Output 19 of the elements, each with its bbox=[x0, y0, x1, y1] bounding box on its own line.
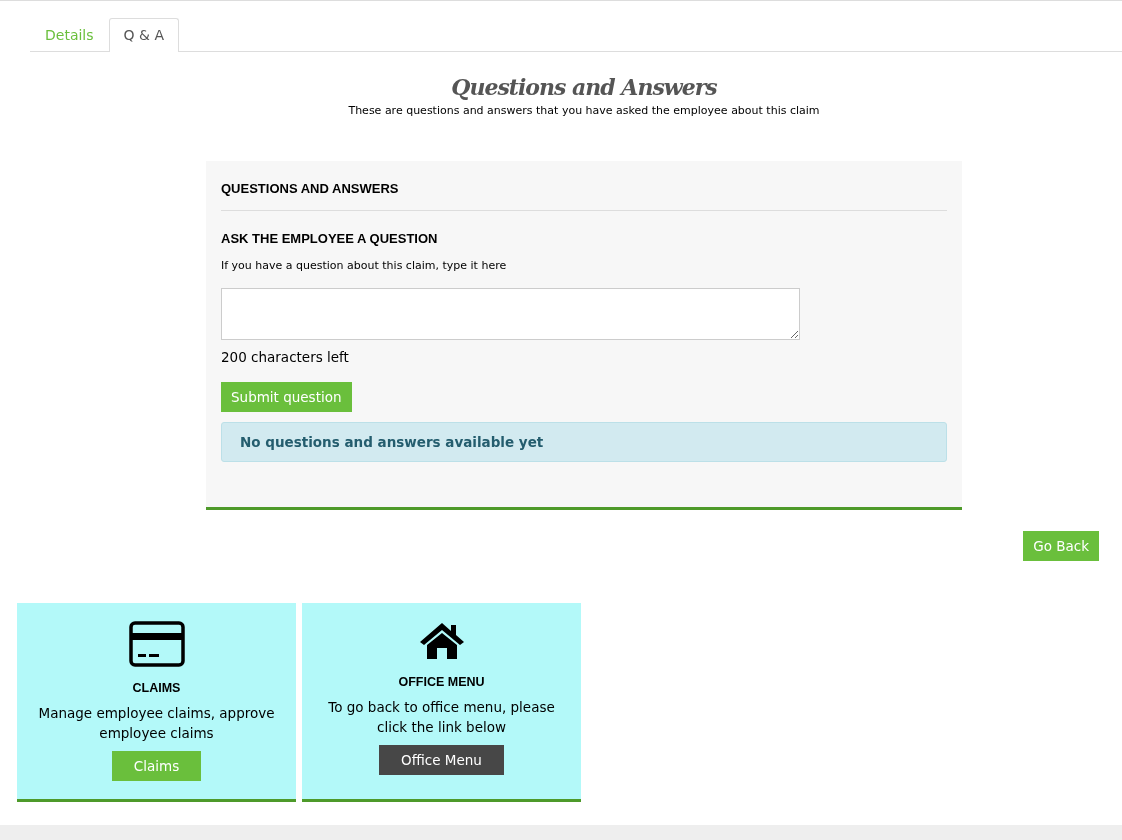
tab[interactable]: Details bbox=[30, 18, 109, 52]
submit-button[interactable]: Submit question bbox=[221, 382, 352, 412]
info-alert: No questions and answers available yet bbox=[221, 422, 947, 462]
credit-card-icon bbox=[128, 621, 185, 667]
card-description: Manage employee claims, approve employee claims bbox=[37, 704, 276, 743]
page-subtitle: These are questions and answers that you have asked the employee about this claim bbox=[347, 104, 821, 117]
page-title: Questions and Answers bbox=[450, 74, 718, 100]
go-back-button[interactable]: Go Back bbox=[1023, 531, 1099, 561]
question-field[interactable] bbox=[221, 288, 800, 340]
card-title: CLAIMS bbox=[132, 681, 181, 695]
tab[interactable]: Q & A bbox=[108, 18, 179, 52]
characters-left-text: 200 characters left bbox=[221, 349, 349, 365]
section-title: ASK THE EMPLOYEE A QUESTION bbox=[221, 231, 438, 246]
card-button[interactable]: Claims bbox=[111, 751, 202, 781]
card-button[interactable]: Office Menu bbox=[379, 745, 504, 775]
panel-title: QUESTIONS AND ANSWERS bbox=[221, 181, 399, 196]
card-title: OFFICE MENU bbox=[398, 675, 485, 689]
card-description: To go back to office menu, please click the link below bbox=[327, 698, 556, 737]
hint-text: If you have a question about this claim, type it here bbox=[221, 259, 507, 272]
